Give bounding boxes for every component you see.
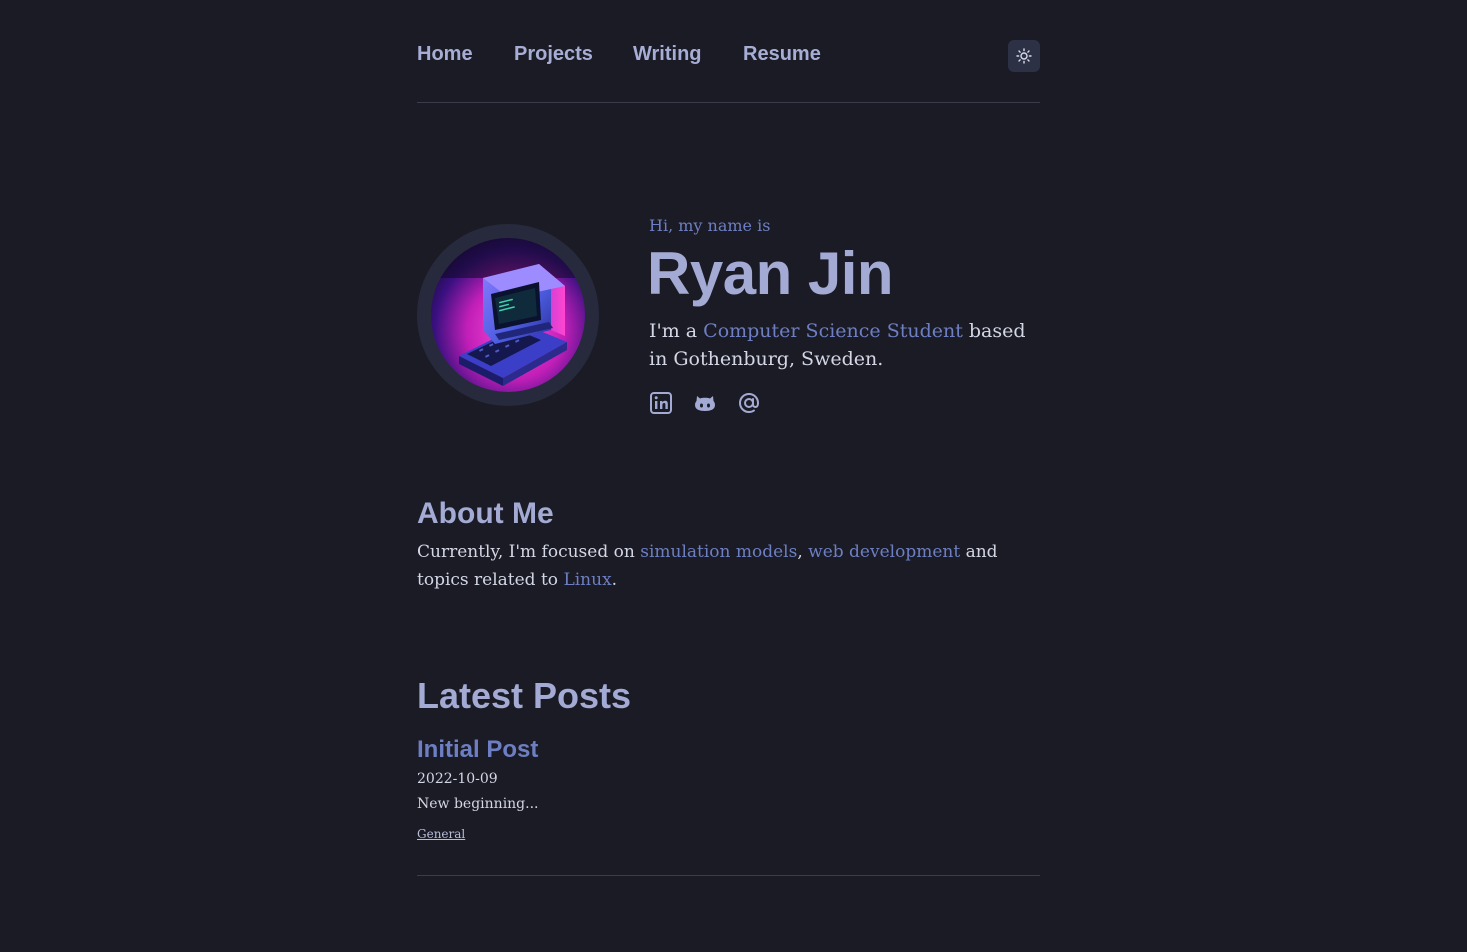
linkedin-icon xyxy=(650,392,672,414)
theme-toggle-button[interactable] xyxy=(1008,40,1040,72)
nav-home-link[interactable]: Home xyxy=(417,43,473,66)
web-development-link[interactable]: web development xyxy=(808,542,960,562)
avatar xyxy=(431,238,585,392)
nav-writing-link[interactable]: Writing xyxy=(633,43,702,66)
latest-posts-heading: Latest Posts xyxy=(417,675,632,716)
nav-projects-link[interactable]: Projects xyxy=(514,43,593,66)
email-link[interactable] xyxy=(737,391,761,415)
email-at-icon xyxy=(738,392,760,414)
post-tag-link[interactable]: General xyxy=(417,827,465,841)
linkedin-link[interactable] xyxy=(649,391,673,415)
post-title-link[interactable]: Initial Post xyxy=(417,736,538,764)
hero-greeting: Hi, my name is xyxy=(649,216,771,235)
nav-resume-link[interactable]: Resume xyxy=(743,43,821,66)
footer-divider xyxy=(417,875,1040,876)
avatar-frame xyxy=(417,224,599,406)
about-text-part: Currently, I'm focused on xyxy=(417,542,641,562)
about-text-part: . xyxy=(611,570,618,590)
hero-intro: I'm a Computer Science Student based in … xyxy=(649,317,1044,373)
nav-divider xyxy=(417,102,1040,103)
intro-highlight-link[interactable]: Computer Science Student xyxy=(703,320,963,342)
sun-icon xyxy=(1016,48,1032,64)
github-icon xyxy=(695,396,715,411)
linux-link[interactable]: Linux xyxy=(563,570,611,590)
about-text: Currently, I'm focused on simulation mod… xyxy=(417,538,1042,594)
top-nav: Home Projects Writing Resume xyxy=(417,40,1040,72)
post-summary: New beginning... xyxy=(417,796,539,812)
about-heading: About Me xyxy=(417,497,554,530)
post-date: 2022-10-09 xyxy=(417,771,498,787)
github-link[interactable] xyxy=(693,391,717,415)
intro-prefix: I'm a xyxy=(649,320,704,342)
hero-name: Ryan Jin xyxy=(647,240,894,307)
about-text-part: , xyxy=(797,542,809,562)
retro-computer-avatar xyxy=(431,238,585,392)
simulation-models-link[interactable]: simulation models xyxy=(640,542,797,562)
